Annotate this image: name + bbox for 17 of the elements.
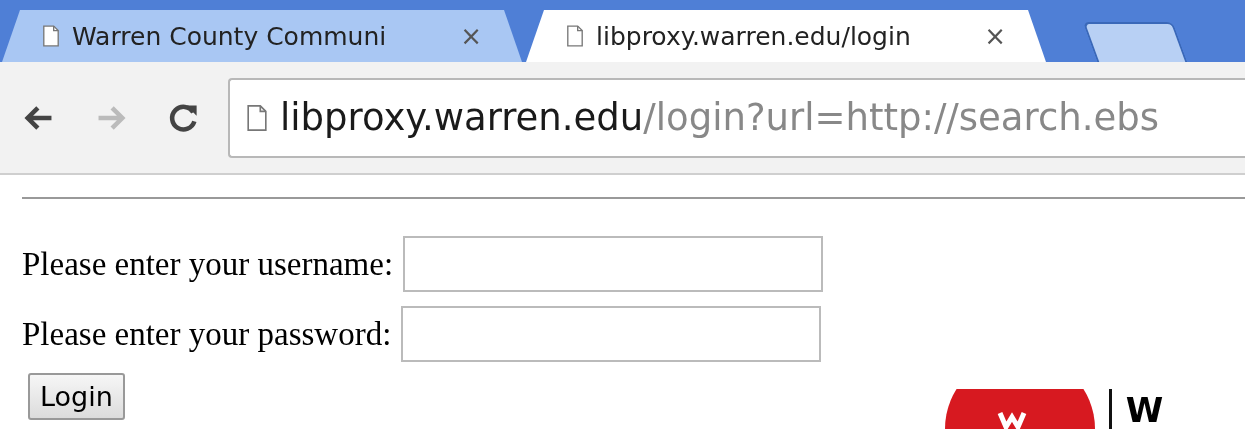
tab-title: Warren County Communi (72, 21, 388, 51)
close-icon[interactable]: × (460, 21, 482, 51)
field-label: Please enter your username: (22, 245, 394, 283)
logo-text: W (1125, 393, 1164, 427)
document-icon (566, 25, 584, 47)
url-text: libproxy.warren.edu/login?url=http://search.ebs (280, 96, 1159, 139)
document-icon (42, 25, 60, 47)
address-bar[interactable]: libproxy.warren.edu/login?url=http://search.ebs (228, 77, 1245, 158)
login-button[interactable]: Login (28, 373, 125, 420)
input-field[interactable] (403, 236, 824, 292)
browser-tab[interactable]: libproxy.warren.edu/login × (526, 10, 1046, 62)
field-label: Please enter your password: (22, 315, 392, 353)
input-field[interactable] (401, 306, 822, 362)
document-icon (246, 103, 268, 132)
browser-tab[interactable]: Warren County Communi × (2, 10, 522, 62)
tab-title: libproxy.warren.edu/login (596, 21, 912, 51)
close-icon[interactable]: × (984, 21, 1006, 51)
